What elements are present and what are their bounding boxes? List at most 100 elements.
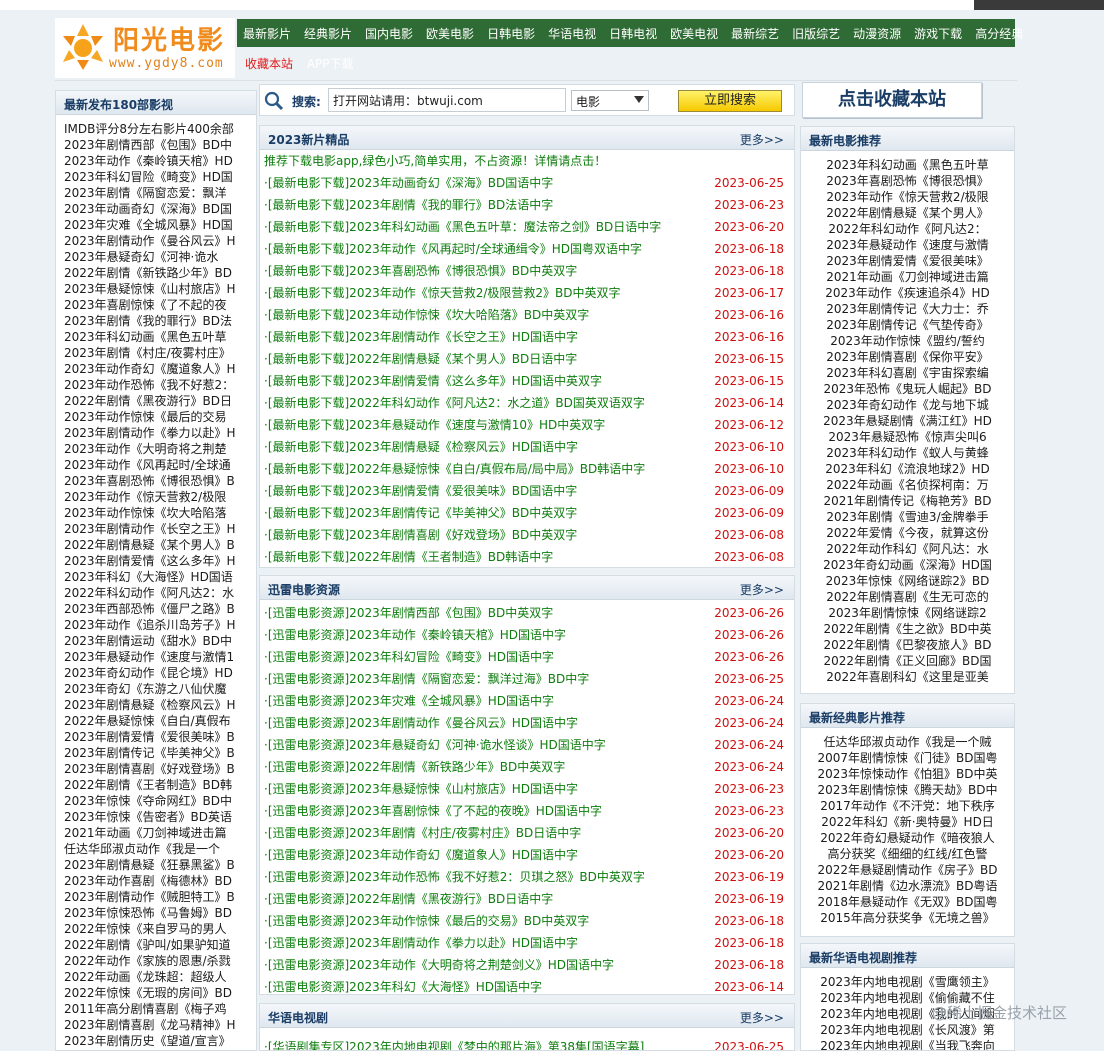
left-list-item[interactable]: 2022年剧情悬疑《某个男人》B (64, 537, 256, 553)
left-list-item[interactable]: 2023年灾难《全城风暴》HD国 (64, 217, 256, 233)
right-list-item[interactable]: 2023年惊悚动作《怕狙》BD中英 (805, 766, 1010, 782)
left-list-item[interactable]: 2023年奇幻《东游之八仙伏魔 (64, 681, 256, 697)
nav-item[interactable]: 欧美电影 (426, 25, 474, 42)
right-list-item[interactable]: 2021年剧情传记《梅艳芳》BD (805, 493, 1010, 509)
list-item[interactable]: ·[最新电影下载]2023年动画奇幻《深海》BD国语中字 2023-06-25 (260, 172, 794, 194)
left-list-item[interactable]: 2023年剧情《隔窗恋爱：飘洋 (64, 185, 256, 201)
list-item-title[interactable]: ·[迅雷电影资源]2022年剧情《新铁路少年》BD中英双字 (264, 760, 565, 774)
list-item-title[interactable]: ·[最新电影下载]2023年动作惊悚《坎大哈陷落》BD中英双字 (264, 308, 589, 322)
list-item-title[interactable]: ·[最新电影下载]2022年科幻动作《阿凡达2：水之道》BD国英双语双字 (264, 396, 645, 410)
left-list-item[interactable]: 2023年科幻动画《黑色五叶草 (64, 329, 256, 345)
right-list-item[interactable]: 2023年动作《惊天营救2/极限 (805, 189, 1010, 205)
list-item-title[interactable]: ·[最新电影下载]2023年剧情喜剧《好戏登场》BD中英双字 (264, 528, 577, 542)
list-item[interactable]: ·[最新电影下载]2023年动作《惊天营救2/极限营救2》BD中英双字 2023-… (260, 282, 794, 304)
list-item-title[interactable]: ·[迅雷电影资源]2023年动作《秦岭镇天棺》HD国语中字 (264, 628, 566, 642)
list-item[interactable]: ·[最新电影下载]2023年喜剧恐怖《博很恐惧》BD中英双字 2023-06-18 (260, 260, 794, 282)
right-list-item[interactable]: 2023年剧情惊悚《网络谜踪2 (805, 605, 1010, 621)
left-list-item[interactable]: 2023年西部恐怖《僵尸之路》B (64, 601, 256, 617)
left-list-item[interactable]: 2023年惊悚恐怖《马鲁姆》BD (64, 905, 256, 921)
left-list-item[interactable]: 2022年惊悚《无瑕的房间》BD (64, 985, 256, 1001)
left-list-item[interactable]: 2023年动作《追杀川岛芳子》H (64, 617, 256, 633)
right-list-item[interactable]: 2022年科幻动作《阿凡达2： (805, 221, 1010, 237)
left-list-item[interactable]: 2021年动画《刀剑神域进击篇 (64, 825, 256, 841)
left-list-item[interactable]: 2023年动作《大明奇将之荆楚 (64, 441, 256, 457)
left-list-item[interactable]: 2023年动作奇幻《魔道象人》H (64, 361, 256, 377)
left-list-item[interactable]: 2023年剧情喜剧《龙马精神》H (64, 1017, 256, 1033)
nav-item[interactable]: 游戏下载 (914, 25, 962, 42)
list-item-title[interactable]: ·[最新电影下载]2023年动作《风再起时/全球通缉令》HD国粤双语中字 (264, 242, 642, 256)
left-list-item[interactable]: 2023年奇幻动作《昆仑境》HD (64, 665, 256, 681)
list-item-title[interactable]: ·[最新电影下载]2022年剧情《王者制造》BD韩语中字 (264, 550, 553, 564)
list-item-title[interactable]: ·[最新电影下载]2023年动作《惊天营救2/极限营救2》BD中英双字 (264, 286, 621, 300)
left-list-item[interactable]: 2023年剧情动作《长空之王》H (64, 521, 256, 537)
right-list-item[interactable]: 2023年奇幻动画《深海》HD国 (805, 557, 1010, 573)
nav-item[interactable]: 最新综艺 (731, 25, 779, 42)
nav-item[interactable]: 动漫资源 (853, 25, 901, 42)
right-list-item[interactable]: 2022年剧情《正义回廊》BD国 (805, 653, 1010, 669)
left-list-item[interactable]: 2023年动作喜剧《梅德林》BD (64, 873, 256, 889)
list-item[interactable]: ·[迅雷电影资源]2023年动作恐怖《我不好惹2：贝琪之怒》BD中英双字 2023… (260, 866, 794, 888)
right-list-item[interactable]: 2023年惊悚《网络谜踪2》BD (805, 573, 1010, 589)
list-item[interactable]: ·[迅雷电影资源]2023年剧情《村庄/夜雾村庄》BD日语中字 2023-06-2… (260, 822, 794, 844)
list-item-title[interactable]: ·[迅雷电影资源]2023年喜剧惊悚《了不起的夜晚》HD国语中字 (264, 804, 602, 818)
list-item-title[interactable]: ·[最新电影下载]2023年剧情动作《长空之王》HD国语中字 (264, 330, 578, 344)
favorite-link[interactable]: 收藏本站 (245, 57, 293, 71)
bookmark-site-button[interactable]: 点击收藏本站 (802, 82, 982, 118)
app-notice-link[interactable]: 推荐下载电影app,绿色小巧,简单实用，不占资源！详情请点击！ (260, 150, 794, 172)
left-list-item[interactable]: IMDB评分8分左右影片400余部 (64, 121, 256, 137)
list-item-title[interactable]: ·[迅雷电影资源]2023年剧情动作《拳力以赴》HD国语中字 (264, 936, 578, 950)
left-list-item[interactable]: 2022年科幻动作《阿凡达2：水 (64, 585, 256, 601)
list-item[interactable]: ·[迅雷电影资源]2023年悬疑惊悚《山村旅店》HD国语中字 2023-06-23 (260, 778, 794, 800)
left-list-item[interactable]: 2023年惊悚《夺命网红》BD中 (64, 793, 256, 809)
nav-item[interactable]: 最新影片 (243, 25, 291, 42)
right-list-item[interactable]: 2023年剧情《雪迪3/金牌拳手 (805, 509, 1010, 525)
more-link[interactable]: 更多>> (740, 131, 784, 148)
right-list-item[interactable]: 2021年剧情《边水漂流》BD粤语 (805, 878, 1010, 894)
right-list-item[interactable]: 2023年剧情传记《大力士：乔 (805, 301, 1010, 317)
list-item[interactable]: ·[迅雷电影资源]2023年剧情动作《曼谷风云》HD国语中字 2023-06-24 (260, 712, 794, 734)
list-item[interactable]: ·[最新电影下载]2023年科幻动画《黑色五叶草：魔法帝之剑》BD日语中字 202… (260, 216, 794, 238)
right-list-item[interactable]: 2023年内地电视剧《当我飞奔向 (805, 1038, 1010, 1050)
left-list-item[interactable]: 2023年科幻冒险《畸变》HD国 (64, 169, 256, 185)
left-list-item[interactable]: 2023年剧情爱情《这么多年》H (64, 553, 256, 569)
right-list-item[interactable]: 2022年奇幻悬疑动作《暗夜狼人 (805, 830, 1010, 846)
list-item-title[interactable]: ·[最新电影下载]2022年悬疑惊悚《自白/真假布局/局中局》BD韩语中字 (264, 462, 645, 476)
list-item[interactable]: ·[迅雷电影资源]2023年科幻《大海怪》HD国语中字 2023-06-14 (260, 976, 794, 994)
right-list-item[interactable]: 2022年动作科幻《阿凡达：水 (805, 541, 1010, 557)
list-item-title[interactable]: ·[迅雷电影资源]2023年灾难《全城风暴》HD国语中字 (264, 694, 554, 708)
right-list-item[interactable]: 任达华邱淑贞动作《我是一个贼 (805, 734, 1010, 750)
right-list-item[interactable]: 2023年剧情喜剧《保你平安》 (805, 349, 1010, 365)
right-list-item[interactable]: 2022年悬疑剧情动作《房子》BD (805, 862, 1010, 878)
left-list-item[interactable]: 2023年动作惊悚《最后的交易 (64, 409, 256, 425)
list-item-title[interactable]: ·[最新电影下载]2023年剧情悬疑《检察风云》HD国语中字 (264, 440, 578, 454)
list-item[interactable]: ·[迅雷电影资源]2023年剧情动作《拳力以赴》HD国语中字 2023-06-18 (260, 932, 794, 954)
site-logo[interactable]: 阳光电影 www.ygdy8.com (55, 18, 235, 78)
right-list-item[interactable]: 2022年科幻《新·奥特曼》HD日 (805, 814, 1010, 830)
left-list-item[interactable]: 2022年剧情《黑夜游行》BD日 (64, 393, 256, 409)
left-list-item[interactable]: 任达华邱淑贞动作《我是一个 (64, 841, 256, 857)
left-list-item[interactable]: 2022年惊悚《来自罗马的男人 (64, 921, 256, 937)
left-list-item[interactable]: 2023年剧情传记《毕美神父》B (64, 745, 256, 761)
list-item-title[interactable]: ·[华语剧集专区]2023年内地电视剧《梦中的那片海》第38集[国语字幕] (264, 1040, 644, 1050)
list-item-title[interactable]: ·[迅雷电影资源]2022年剧情《黑夜游行》BD日语中字 (264, 892, 553, 906)
list-item[interactable]: ·[迅雷电影资源]2023年喜剧惊悚《了不起的夜晚》HD国语中字 2023-06-… (260, 800, 794, 822)
list-item[interactable]: ·[迅雷电影资源]2023年灾难《全城风暴》HD国语中字 2023-06-24 (260, 690, 794, 712)
list-item[interactable]: ·[最新电影下载]2022年剧情悬疑《某个男人》BD日语中字 2023-06-15 (260, 348, 794, 370)
right-list-item[interactable]: 2023年悬疑剧情《满江红》HD (805, 413, 1010, 429)
right-list-item[interactable]: 2023年恐怖《鬼玩人崛起》BD (805, 381, 1010, 397)
right-list-item[interactable]: 2022年剧情《生之欲》BD中英 (805, 621, 1010, 637)
right-list-item[interactable]: 2023年剧情惊悚《腾天劫》BD中 (805, 782, 1010, 798)
list-item-title[interactable]: ·[最新电影下载]2022年剧情悬疑《某个男人》BD日语中字 (264, 352, 577, 366)
list-item[interactable]: ·[迅雷电影资源]2022年剧情《黑夜游行》BD日语中字 2023-06-19 (260, 888, 794, 910)
right-list-item[interactable]: 2022年动画《名侦探柯南：万 (805, 477, 1010, 493)
list-item-title[interactable]: ·[迅雷电影资源]2023年科幻《大海怪》HD国语中字 (264, 980, 542, 994)
list-item[interactable]: ·[最新电影下载]2023年剧情爱情《爱很美味》BD国语中字 2023-06-09 (260, 480, 794, 502)
left-list-item[interactable]: 2023年惊悚《告密者》BD英语 (64, 809, 256, 825)
right-list-item[interactable]: 2023年剧情爱情《爱很美味》 (805, 253, 1010, 269)
nav-item[interactable]: 旧版综艺 (792, 25, 840, 42)
left-list-item[interactable]: 2022年动画《龙珠超：超级人 (64, 969, 256, 985)
list-item[interactable]: ·[迅雷电影资源]2023年悬疑奇幻《河神·诡水怪谈》HD国语中字 2023-06… (260, 734, 794, 756)
list-item-title[interactable]: ·[迅雷电影资源]2023年剧情《隔窗恋爱：飘洋过海》BD中字 (264, 672, 589, 686)
list-item-title[interactable]: ·[最新电影下载]2023年剧情爱情《爱很美味》BD国语中字 (264, 484, 577, 498)
app-download-link[interactable]: APP下载 (307, 57, 354, 71)
